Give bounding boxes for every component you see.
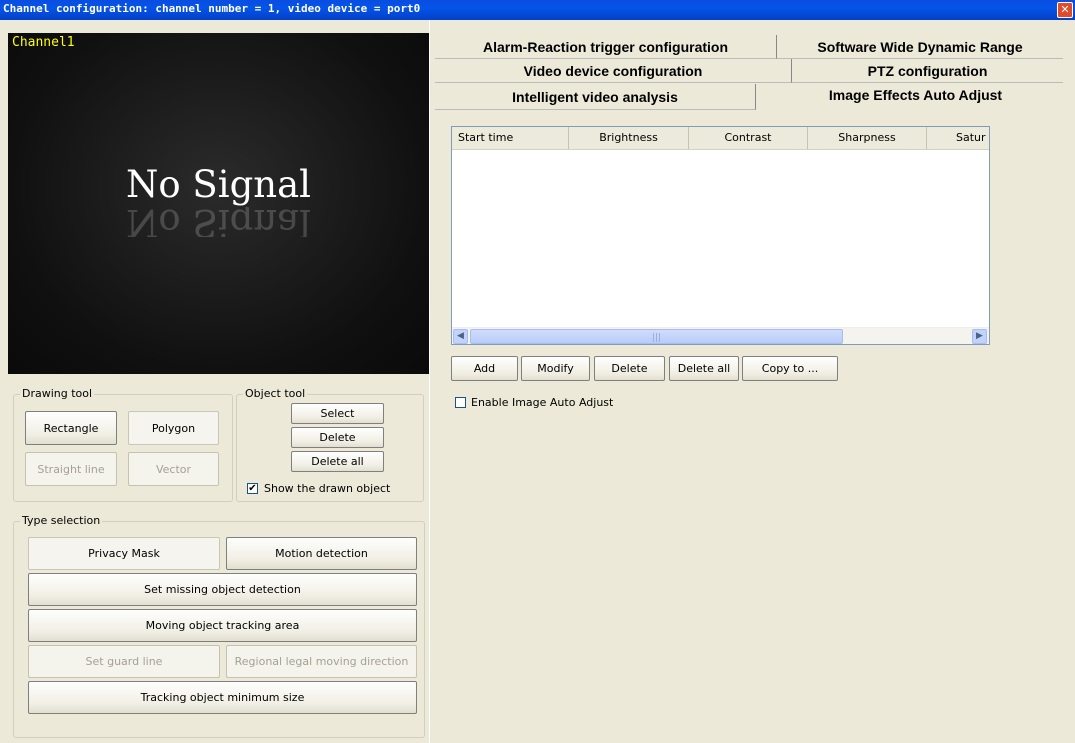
privacy-mask-button[interactable]: Privacy Mask [28, 537, 220, 570]
type-selection-legend: Type selection [20, 514, 103, 527]
grip-icon: ||| [651, 333, 662, 343]
no-signal-text: No Signal [126, 163, 311, 206]
missing-object-detection-button[interactable]: Set missing object detection [28, 573, 417, 606]
column-header[interactable]: Brightness [569, 127, 689, 149]
title-bar[interactable]: Channel configuration: channel number = … [0, 0, 1075, 20]
object-tool-group: Object tool Select Delete Delete all ✔ S… [236, 387, 424, 502]
tracking-area-button[interactable]: Moving object tracking area [28, 609, 417, 642]
arrow-left-icon[interactable]: ◀ [453, 329, 468, 344]
schedule-list[interactable]: Start time Brightness Contrast Sharpness… [451, 126, 990, 345]
vector-button[interactable]: Vector [128, 452, 219, 486]
drawing-tool-legend: Drawing tool [20, 387, 95, 400]
delete-button[interactable]: Delete [594, 356, 665, 381]
type-selection-group: Type selection Privacy Mask Motion detec… [13, 514, 425, 738]
object-delete-button[interactable]: Delete [291, 427, 384, 448]
left-tool-panel: Drawing tool Rectangle Polygon Straight … [8, 374, 429, 743]
tab-image-effects[interactable]: Image Effects Auto Adjust [756, 82, 1075, 108]
legal-direction-button[interactable]: Regional legal moving direction [226, 645, 417, 678]
polygon-button[interactable]: Polygon [128, 411, 219, 445]
select-button[interactable]: Select [291, 403, 384, 424]
tab-video-device[interactable]: Video device configuration [435, 59, 792, 83]
object-tool-legend: Object tool [243, 387, 308, 400]
list-header: Start time Brightness Contrast Sharpness… [452, 127, 989, 150]
drawing-tool-group: Drawing tool Rectangle Polygon Straight … [13, 387, 233, 502]
no-signal-reflection: No Signal [126, 207, 311, 237]
window-title: Channel configuration: channel number = … [3, 2, 421, 15]
rectangle-button[interactable]: Rectangle [25, 411, 117, 445]
straight-line-button[interactable]: Straight line [25, 452, 117, 486]
show-drawn-checkbox[interactable]: ✔ [247, 483, 258, 494]
modify-button[interactable]: Modify [521, 356, 590, 381]
panel-divider [429, 20, 434, 743]
column-header[interactable]: Contrast [689, 127, 808, 149]
horizontal-scrollbar[interactable]: ◀ ||| ▶ [452, 327, 989, 344]
column-header[interactable]: Start time [452, 127, 569, 149]
tab-software-wdr[interactable]: Software Wide Dynamic Range [777, 35, 1063, 59]
show-drawn-label: Show the drawn object [264, 482, 391, 495]
enable-auto-adjust-label: Enable Image Auto Adjust [471, 396, 614, 409]
min-size-button[interactable]: Tracking object minimum size [28, 681, 417, 714]
channel-label: Channel1 [12, 35, 75, 50]
copy-to-button[interactable]: Copy to ... [742, 356, 838, 381]
column-header[interactable]: Satur [927, 127, 989, 149]
add-button[interactable]: Add [451, 356, 518, 381]
tab-ptz[interactable]: PTZ configuration [792, 59, 1063, 83]
object-delete-all-button[interactable]: Delete all [291, 451, 384, 472]
guard-line-button[interactable]: Set guard line [28, 645, 220, 678]
video-preview: Channel1 No Signal No Signal [8, 33, 429, 374]
enable-auto-adjust-checkbox[interactable] [455, 397, 466, 408]
check-icon: ✔ [248, 483, 257, 494]
scrollbar-thumb[interactable]: ||| [470, 329, 843, 344]
arrow-right-icon[interactable]: ▶ [972, 329, 987, 344]
tab-alarm-reaction[interactable]: Alarm-Reaction trigger configuration [435, 35, 777, 59]
motion-detection-button[interactable]: Motion detection [226, 537, 417, 570]
column-header[interactable]: Sharpness [808, 127, 927, 149]
tab-intelligent-video-analysis[interactable]: Intelligent video analysis [435, 84, 756, 110]
close-icon[interactable]: ✕ [1057, 2, 1073, 18]
delete-all-button[interactable]: Delete all [669, 356, 739, 381]
